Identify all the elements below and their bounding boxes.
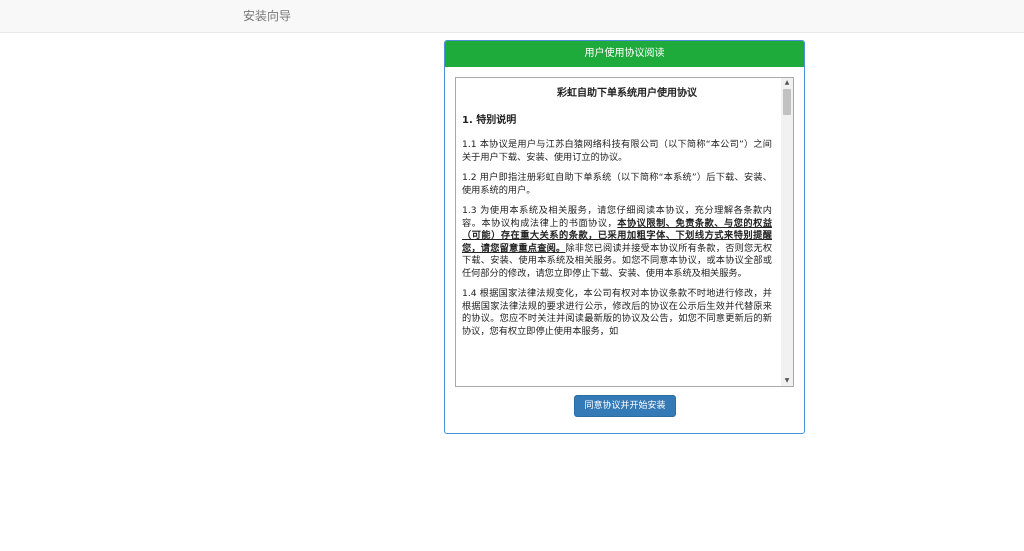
section-title: 1. 特别说明: [462, 114, 517, 126]
agreement-content: 彩虹自助下单系统用户使用协议 1. 特别说明 1.1 本协议是用户与江苏白猿网络…: [462, 88, 772, 346]
clause-1-1: 1.1 本协议是用户与江苏白猿网络科技有限公司（以下简称“本公司”）之间关于用户…: [462, 139, 772, 163]
agreement-title: 彩虹自助下单系统用户使用协议: [557, 88, 697, 99]
panel-heading: 用户使用协议阅读: [445, 41, 804, 67]
scroll-up-arrow-icon[interactable]: ▲: [781, 78, 793, 88]
agree-and-install-button[interactable]: 同意协议并开始安装: [574, 395, 676, 417]
clause-1-4: 1.4 根据国家法律法规变化，本公司有权对本协议条款不时地进行修改，并根据国家法…: [462, 288, 772, 337]
clause-1-3: 1.3 为使用本系统及相关服务，请您仔细阅读本协议，充分理解各条款内容。本协议构…: [462, 205, 772, 280]
clause-1-2: 1.2 用户即指注册彩虹自助下单系统（以下简称“本系统”）后下载、安装、使用系统…: [462, 172, 772, 196]
scroll-down-arrow-icon[interactable]: ▼: [781, 376, 793, 386]
scroll-thumb[interactable]: [783, 89, 791, 115]
top-navbar: 安装向导: [0, 0, 1024, 33]
navbar-brand[interactable]: 安装向导: [243, 8, 291, 24]
agreement-scroll-box[interactable]: 彩虹自助下单系统用户使用协议 1. 特别说明 1.1 本协议是用户与江苏白猿网络…: [455, 77, 794, 387]
agreement-scrollbar[interactable]: ▲ ▼: [781, 78, 793, 386]
agreement-panel: 用户使用协议阅读 彩虹自助下单系统用户使用协议 1. 特别说明 1.1 本协议是…: [444, 40, 805, 434]
